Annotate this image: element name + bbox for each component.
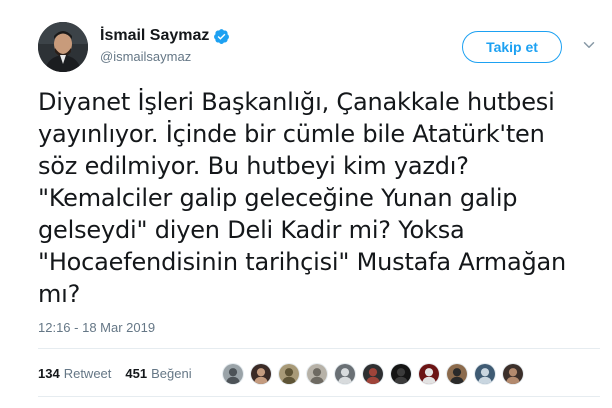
tweet-timestamp[interactable]: 12:16 - 18 Mar 2019 — [38, 320, 155, 336]
tweet-text: Diyanet İşleri Başkanlığı, Çanakkale hut… — [38, 88, 567, 308]
liker-avatar[interactable] — [222, 363, 244, 385]
user-handle[interactable]: @ismailsaymaz — [100, 48, 230, 66]
liker-avatar[interactable] — [278, 363, 300, 385]
retweet-label: Retweet — [63, 366, 112, 381]
liker-avatar[interactable] — [250, 363, 272, 385]
liker-avatar[interactable] — [418, 363, 440, 385]
display-name[interactable]: İsmail Saymaz — [100, 26, 209, 46]
user-name-block: İsmail Saymaz @ismailsaymaz — [100, 26, 230, 66]
chevron-down-icon[interactable] — [580, 36, 598, 54]
verified-badge-icon — [214, 28, 230, 44]
liker-avatars — [222, 363, 524, 385]
liker-avatar[interactable] — [446, 363, 468, 385]
like-stat[interactable]: 451 Beğeni — [125, 366, 191, 382]
avatar-image — [38, 22, 88, 72]
like-count: 451 — [125, 366, 148, 381]
liker-avatar[interactable] — [334, 363, 356, 385]
display-name-row[interactable]: İsmail Saymaz — [100, 26, 230, 46]
liker-avatar[interactable] — [306, 363, 328, 385]
tweet-header: İsmail Saymaz @ismailsaymaz Takip et — [38, 22, 598, 72]
avatar[interactable] — [38, 22, 88, 72]
liker-avatar[interactable] — [362, 363, 384, 385]
divider — [38, 348, 600, 349]
retweet-count: 134 — [38, 366, 60, 381]
liker-avatar[interactable] — [474, 363, 496, 385]
follow-button[interactable]: Takip et — [462, 31, 562, 63]
liker-avatar[interactable] — [390, 363, 412, 385]
divider — [38, 396, 600, 397]
tweet-stats: 134 Retweet 451 Beğeni — [38, 366, 192, 382]
like-label: Beğeni — [151, 366, 192, 381]
liker-avatar[interactable] — [502, 363, 524, 385]
retweet-stat[interactable]: 134 Retweet — [38, 366, 111, 382]
